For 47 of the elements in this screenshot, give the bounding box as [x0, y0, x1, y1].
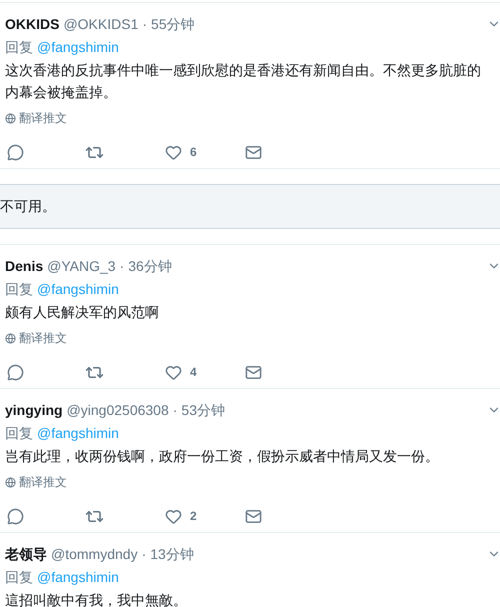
reply-label: 回复	[5, 38, 33, 56]
tweet-text: 岂有此理，收两份钱啊，政府一份工资，假扮示威者中情局又发一份。	[5, 447, 440, 466]
user-name[interactable]: yingying	[5, 400, 63, 420]
tweet-text: 這招叫敵中有我，我中無敵。	[5, 591, 188, 607]
reply-label: 回复	[5, 280, 33, 298]
mention-link[interactable]: @fangshimin	[37, 422, 119, 444]
separator-dot: ·	[172, 400, 178, 420]
globe-icon	[5, 476, 16, 488]
like-count: 2	[190, 508, 197, 525]
reply-label: 回复	[5, 568, 33, 586]
translate-link[interactable]: 翻译推文	[19, 473, 67, 491]
tweet-text: 颇有人民解决军的风范啊	[5, 303, 160, 322]
reply-icon[interactable]	[7, 364, 24, 380]
user-handle[interactable]: @YANG_3	[47, 256, 116, 276]
globe-icon	[5, 332, 16, 344]
reply-icon[interactable]	[7, 144, 24, 160]
like-icon[interactable]	[165, 144, 182, 160]
mail-icon[interactable]	[245, 144, 262, 160]
mail-icon[interactable]	[245, 508, 262, 524]
like-icon[interactable]	[165, 364, 182, 380]
mail-icon[interactable]	[245, 364, 262, 380]
tweet-time[interactable]: 36分钟	[128, 256, 172, 276]
user-name[interactable]: Denis	[5, 256, 44, 276]
like-count: 4	[190, 364, 197, 381]
reply-label: 回复	[5, 424, 33, 442]
tweet-time[interactable]: 55分钟	[151, 14, 195, 34]
user-handle[interactable]: @OKKIDS1	[63, 14, 138, 34]
notice-text: 不可用。	[0, 197, 56, 216]
mention-link[interactable]: @fangshimin	[37, 278, 119, 300]
user-name[interactable]: 老领导	[5, 544, 47, 564]
globe-icon	[5, 112, 16, 124]
user-name[interactable]: OKKIDS	[5, 14, 60, 34]
mention-link[interactable]: @fangshimin	[37, 36, 119, 58]
tweet-time[interactable]: 13分钟	[150, 544, 194, 564]
mention-link[interactable]: @fangshimin	[37, 566, 119, 588]
user-handle[interactable]: @ying02506308	[66, 400, 169, 420]
reply-icon[interactable]	[7, 508, 24, 524]
like-icon[interactable]	[165, 508, 182, 524]
like-count: 6	[190, 144, 197, 161]
separator-dot: ·	[142, 544, 146, 564]
tweet-time[interactable]: 53分钟	[181, 400, 225, 420]
translate-link[interactable]: 翻译推文	[19, 329, 67, 347]
tweet-text: 这次香港的反抗事件中唯一感到欣慰的是香港还有新闻自由。不然更多肮脏的内幕会被掩盖掉。	[5, 61, 482, 102]
separator-dot: ·	[120, 256, 124, 276]
translate-link[interactable]: 翻译推文	[19, 109, 67, 127]
user-handle[interactable]: @tommydndy	[51, 544, 138, 564]
separator-dot: ·	[142, 14, 148, 34]
